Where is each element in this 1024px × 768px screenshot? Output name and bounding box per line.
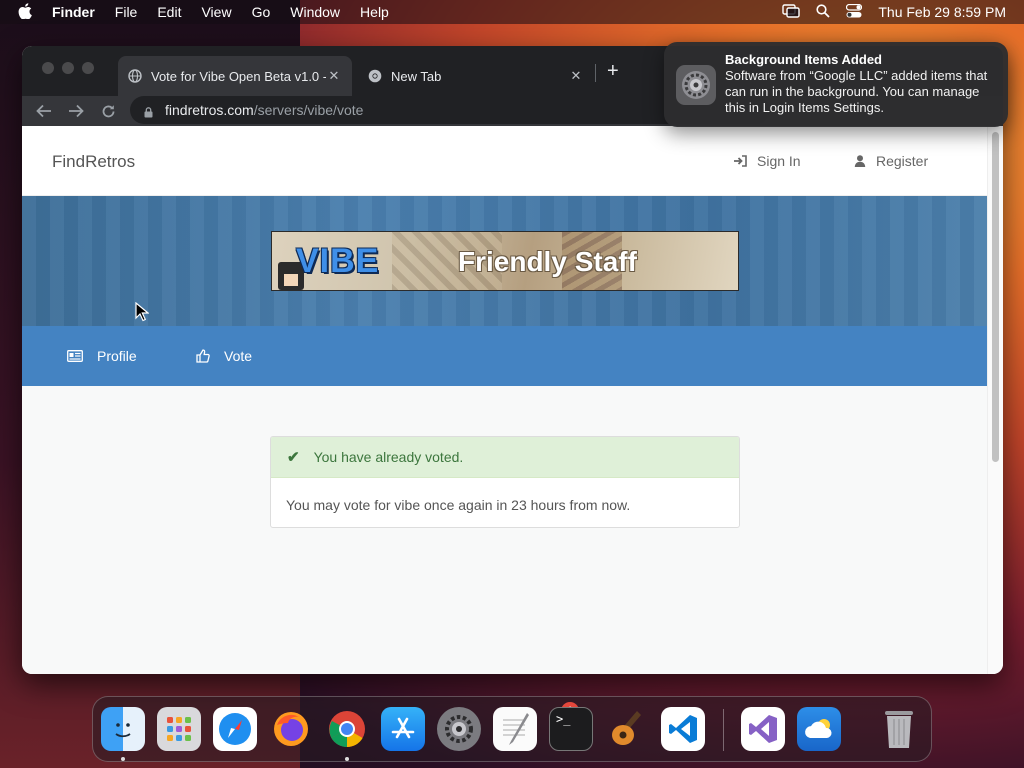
success-alert: ✔ You have already voted. xyxy=(271,437,739,478)
reload-icon[interactable] xyxy=(96,99,120,123)
register-label: Register xyxy=(876,153,929,169)
dock: 1 >_ xyxy=(92,696,932,762)
vscode-icon[interactable] xyxy=(661,707,705,751)
menu-finder[interactable]: Finder xyxy=(42,4,105,20)
textedit-icon[interactable] xyxy=(493,707,537,751)
firefox-icon[interactable] xyxy=(269,707,313,751)
back-icon[interactable] xyxy=(32,99,56,123)
scrollbar-thumb[interactable] xyxy=(992,132,999,462)
menu-bar: Finder File Edit View Go Window Help Thu… xyxy=(0,0,1024,24)
notification-title: Background Items Added xyxy=(725,52,882,67)
forward-icon[interactable] xyxy=(64,99,88,123)
trash-icon[interactable] xyxy=(877,707,921,751)
system-settings-icon xyxy=(676,65,716,105)
terminal-icon[interactable]: >_ xyxy=(549,707,593,751)
notification-body: Software from “Google LLC” added items t… xyxy=(725,68,988,115)
minimize-window-button[interactable] xyxy=(62,62,74,74)
vote-cooldown-message: You may vote for vibe once again in 23 h… xyxy=(286,497,631,513)
site-brand[interactable]: FindRetros xyxy=(52,152,135,172)
close-tab-icon[interactable]: ✕ xyxy=(326,68,342,84)
nav-vote[interactable]: Vote xyxy=(196,348,252,364)
window-controls xyxy=(42,62,94,74)
menu-view[interactable]: View xyxy=(191,4,241,20)
spotlight-search-icon[interactable] xyxy=(816,3,830,21)
profile-card-icon xyxy=(67,350,83,362)
system-settings-icon[interactable] xyxy=(437,707,481,751)
screen-mirroring-icon[interactable] xyxy=(782,3,801,21)
mouse-cursor-icon xyxy=(135,301,150,327)
menu-clock[interactable]: Thu Feb 29 8:59 PM xyxy=(878,4,1006,20)
user-icon xyxy=(854,155,866,167)
finder-icon[interactable] xyxy=(101,707,145,751)
finder-running-indicator xyxy=(121,757,125,761)
sign-in-icon xyxy=(734,155,747,167)
server-banner: VIBE Friendly Staff xyxy=(271,231,739,291)
nav-profile-label: Profile xyxy=(97,348,137,364)
weather-icon[interactable] xyxy=(797,707,841,751)
banner-logo: VIBE xyxy=(296,242,380,280)
menu-help[interactable]: Help xyxy=(350,4,399,20)
dock-separator xyxy=(723,709,724,751)
vote-status-panel: ✔ You have already voted. You may vote f… xyxy=(270,436,740,528)
site-header: FindRetros Sign In Register xyxy=(22,126,987,196)
server-hero: VIBE Friendly Staff xyxy=(22,196,987,326)
thumbs-up-icon xyxy=(196,349,210,363)
control-center-icon[interactable] xyxy=(846,3,863,21)
menu-file[interactable]: File xyxy=(105,4,148,20)
success-alert-text: You have already voted. xyxy=(313,449,464,465)
close-tab-icon[interactable]: ✕ xyxy=(568,68,584,84)
launchpad-icon[interactable] xyxy=(157,707,201,751)
banner-slogan: Friendly Staff xyxy=(458,246,637,277)
tab-divider xyxy=(595,64,596,82)
chrome-icon[interactable] xyxy=(325,707,369,751)
zoom-window-button[interactable] xyxy=(82,62,94,74)
app-store-icon[interactable] xyxy=(381,707,425,751)
lock-icon[interactable] xyxy=(144,105,153,118)
garageband-icon[interactable] xyxy=(605,707,649,751)
nav-profile[interactable]: Profile xyxy=(67,348,137,364)
apple-menu-icon[interactable] xyxy=(0,2,42,22)
safari-icon[interactable] xyxy=(213,707,257,751)
url-path: /servers/vibe/vote xyxy=(253,102,364,118)
page-content: FindRetros Sign In Register VIBE Friendl… xyxy=(22,126,987,674)
sign-in-label: Sign In xyxy=(757,153,801,169)
server-nav: Profile Vote xyxy=(22,326,987,386)
menu-window[interactable]: Window xyxy=(280,4,350,20)
menu-go[interactable]: Go xyxy=(242,4,281,20)
url-host: findretros.com xyxy=(165,102,254,118)
tab-new-tab[interactable]: New Tab ✕ xyxy=(358,56,594,96)
browser-window: Vote for Vibe Open Beta v1.0 - ✕ New Tab… xyxy=(22,46,1003,674)
tab-title: Vote for Vibe Open Beta v1.0 - xyxy=(151,68,326,84)
background-items-notification[interactable]: Background Items Added Software from “Go… xyxy=(664,42,1008,127)
register-link[interactable]: Register xyxy=(854,153,928,169)
nav-vote-label: Vote xyxy=(224,348,253,364)
visual-studio-icon[interactable] xyxy=(741,707,785,751)
page-scrollbar[interactable] xyxy=(987,126,1003,674)
chrome-running-indicator xyxy=(345,757,349,761)
chrome-icon xyxy=(368,69,382,83)
close-window-button[interactable] xyxy=(42,62,54,74)
globe-icon xyxy=(128,69,142,83)
new-tab-icon[interactable]: + xyxy=(607,61,619,81)
tab-title: New Tab xyxy=(391,68,442,84)
sign-in-link[interactable]: Sign In xyxy=(734,153,801,169)
check-icon: ✔ xyxy=(287,449,300,466)
menu-edit[interactable]: Edit xyxy=(147,4,191,20)
tab-vote-vibe[interactable]: Vote for Vibe Open Beta v1.0 - ✕ xyxy=(118,56,352,96)
